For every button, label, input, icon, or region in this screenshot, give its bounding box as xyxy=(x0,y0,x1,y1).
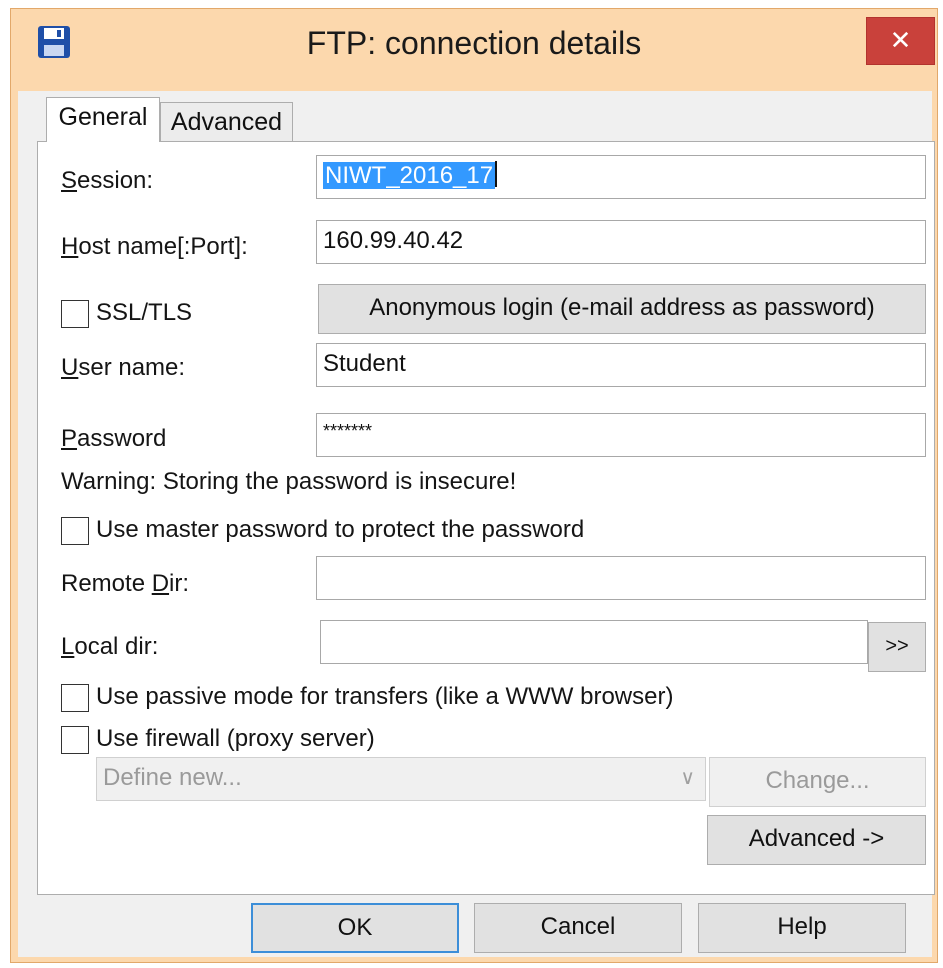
session-value: NIWT_2016_17 xyxy=(323,162,496,189)
tab-advanced[interactable]: Advanced xyxy=(160,102,293,142)
browse-local-dir-button[interactable]: >> xyxy=(868,622,926,672)
password-warning: Warning: Storing the password is insecur… xyxy=(61,468,517,495)
user-name-label: User name: xyxy=(61,354,186,381)
ssl-checkbox[interactable] xyxy=(61,300,89,328)
firewall-checkbox[interactable] xyxy=(61,726,89,754)
title-bar[interactable]: FTP: connection details ✕ xyxy=(11,9,937,83)
proxy-server-select[interactable]: Define new... ∨ xyxy=(96,757,706,801)
dialog-client-area: General Advanced Session: NIWT_2016_17 H… xyxy=(18,91,935,957)
ok-button[interactable]: OK xyxy=(251,903,459,953)
local-dir-label: Local dir: xyxy=(61,633,159,660)
passive-mode-label: Use passive mode for transfers (like a W… xyxy=(96,683,674,710)
general-tab-panel: Session: NIWT_2016_17 Host name[:Port]: … xyxy=(37,141,935,895)
master-password-label: Use master password to protect the passw… xyxy=(96,516,585,543)
session-label: Session: xyxy=(61,167,154,194)
host-input[interactable]: 160.99.40.42 xyxy=(316,220,926,264)
password-label: Password xyxy=(61,425,167,452)
proxy-select-value: Define new... xyxy=(103,764,242,791)
remote-dir-label: Remote Dir: xyxy=(61,570,190,597)
tab-general[interactable]: General xyxy=(46,97,160,142)
host-label: Host name[:Port]: xyxy=(61,233,248,260)
password-input[interactable]: ******* xyxy=(316,413,926,457)
local-dir-input[interactable] xyxy=(320,620,868,664)
close-button[interactable]: ✕ xyxy=(866,17,935,65)
session-input[interactable]: NIWT_2016_17 xyxy=(316,155,926,199)
ssl-label: SSL/TLS xyxy=(96,299,193,326)
text-caret xyxy=(495,161,498,187)
firewall-label: Use firewall (proxy server) xyxy=(96,725,375,752)
anonymous-login-button[interactable]: Anonymous login (e-mail address as passw… xyxy=(318,284,926,334)
remote-dir-input[interactable] xyxy=(316,556,926,600)
help-button[interactable]: Help xyxy=(698,903,906,953)
chevron-down-icon: ∨ xyxy=(680,767,695,789)
user-name-input[interactable]: Student xyxy=(316,343,926,387)
master-password-checkbox[interactable] xyxy=(61,517,89,545)
passive-mode-checkbox[interactable] xyxy=(61,684,89,712)
ftp-dialog-window: FTP: connection details ✕ General Advanc… xyxy=(10,8,938,963)
cancel-button[interactable]: Cancel xyxy=(474,903,682,953)
advanced-options-button[interactable]: Advanced -> xyxy=(707,815,926,865)
change-proxy-button[interactable]: Change... xyxy=(709,757,926,807)
window-title: FTP: connection details xyxy=(306,25,642,61)
